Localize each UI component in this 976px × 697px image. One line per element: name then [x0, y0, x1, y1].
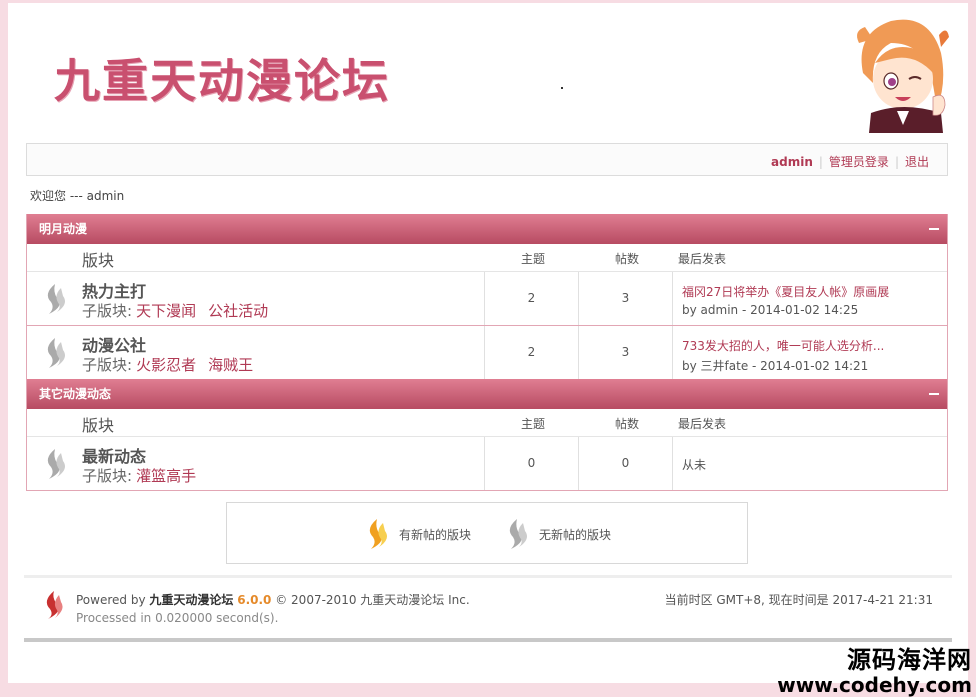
logout-link[interactable]: 退出	[905, 155, 929, 169]
icon-legend: 有新帖的版块 无新帖的版块	[226, 502, 748, 564]
last-post: 从未	[672, 437, 948, 490]
collapse-icon[interactable]	[929, 393, 939, 395]
post-count: 3	[578, 326, 672, 379]
forum-name[interactable]: 动漫公社	[82, 332, 146, 356]
forum-row: 最新动态 子版块: 灌篮高手 0 0 从未	[27, 437, 947, 491]
column-last-post: 最后发表	[678, 417, 727, 431]
last-post-author: by 三井fate - 2014-01-02 14:21	[682, 359, 869, 373]
subforum-label: 子版块:	[82, 302, 133, 320]
column-header: 版块 主题 帖数 最后发表	[27, 409, 947, 437]
last-post-title[interactable]: 733发大招的人，唯一可能人选分析...	[682, 337, 948, 354]
forum-row: 热力主打 子版块: 天下漫闻 公社活动 2 3 福冈27日将举办《夏目友人帐》原画展…	[27, 272, 947, 326]
forum-name[interactable]: 最新动态	[82, 443, 146, 467]
watermark-url: www.codehy.com	[777, 673, 972, 697]
topic-count: 2	[484, 326, 578, 379]
footer-info: Powered by 九重天动漫论坛 6.0.0 © 2007-2010 九重天…	[76, 591, 470, 627]
forum-name[interactable]: 热力主打	[82, 278, 146, 302]
category-title[interactable]: 其它动漫动态	[39, 387, 111, 401]
post-count: 3	[578, 272, 672, 325]
legend-no-new-label: 无新帖的版块	[539, 528, 612, 542]
subforums: 子版块: 火影忍者 海贼王	[82, 354, 261, 375]
legend-new-label: 有新帖的版块	[399, 528, 472, 542]
last-post-author: by admin - 2014-01-02 14:25	[682, 303, 859, 317]
footer-logo-icon[interactable]	[42, 589, 64, 621]
subforum-link[interactable]: 海贼王	[208, 356, 253, 374]
subforums: 子版块: 天下漫闻 公社活动	[82, 300, 276, 321]
processed-time: Processed in 0.020000 second(s).	[76, 611, 279, 625]
category-title[interactable]: 明月动漫	[39, 222, 87, 236]
username-link[interactable]: admin	[771, 155, 813, 169]
column-last-post: 最后发表	[678, 252, 727, 266]
admin-login-link[interactable]: 管理员登录	[829, 155, 889, 169]
subforums: 子版块: 灌篮高手	[82, 465, 204, 486]
welcome-text: 欢迎您 --- admin	[30, 189, 125, 203]
collapse-icon[interactable]	[929, 228, 939, 230]
column-board: 版块	[82, 251, 115, 270]
forum-no-new-icon	[47, 284, 65, 314]
forum-no-new-icon	[509, 519, 527, 549]
column-posts: 帖数	[615, 417, 640, 431]
column-board: 版块	[82, 416, 115, 435]
column-header: 版块 主题 帖数 最后发表	[27, 244, 947, 272]
forum-row: 动漫公社 子版块: 火影忍者 海贼王 2 3 733发大招的人，唯一可能人选分析..…	[27, 326, 947, 380]
forum-no-new-icon	[47, 338, 65, 368]
last-post: 733发大招的人，唯一可能人选分析... by 三井fate - 2014-01…	[672, 326, 948, 379]
last-post-title[interactable]: 福冈27日将举办《夏目友人帐》原画展	[682, 283, 948, 300]
category-header: 其它动漫动态	[27, 379, 947, 409]
forum-page: 九重天动漫论坛 admin | 管理员登录 | 退出 欢迎您 --- admin 明月动…	[8, 3, 968, 683]
category-block: 明月动漫 版块 主题 帖数 最后发表 热力主打 子版块: 天下漫闻 公社活动 2 3…	[26, 214, 948, 380]
separator: |	[818, 155, 823, 169]
last-post: 福冈27日将举办《夏目友人帐》原画展 by admin - 2014-01-02…	[672, 272, 948, 325]
watermark-title: 源码海洋网	[847, 646, 972, 674]
column-posts: 帖数	[615, 252, 640, 266]
site-logo[interactable]: 九重天动漫论坛	[54, 45, 390, 111]
subforum-link[interactable]: 灌篮高手	[136, 467, 196, 485]
subforum-label: 子版块:	[82, 467, 133, 485]
user-bar: admin | 管理员登录 | 退出	[26, 143, 948, 176]
timezone-text: 当前时区 GMT+8, 现在时间是 2017-4-21 21:31	[664, 593, 933, 607]
footer-divider	[24, 575, 952, 578]
column-topics: 主题	[521, 417, 546, 431]
copyright-text: © 2007-2010 九重天动漫论坛 Inc.	[275, 593, 470, 607]
category-block: 其它动漫动态 版块 主题 帖数 最后发表 最新动态 子版块: 灌篮高手 0 0 从…	[26, 379, 948, 491]
subforum-label: 子版块:	[82, 356, 133, 374]
category-header: 明月动漫	[27, 214, 947, 244]
subforum-link[interactable]: 天下漫闻	[136, 302, 196, 320]
column-topics: 主题	[521, 252, 546, 266]
topic-count: 2	[484, 272, 578, 325]
forum-no-new-icon	[47, 449, 65, 479]
forum-new-icon	[369, 519, 387, 549]
powered-by-text: Powered by	[76, 593, 146, 607]
topic-count: 0	[484, 437, 578, 490]
powered-by-link[interactable]: 九重天动漫论坛	[149, 593, 233, 607]
subforum-link[interactable]: 火影忍者	[136, 356, 196, 374]
subforum-link[interactable]: 公社活动	[208, 302, 268, 320]
watermark: 源码海洋网 www.codehy.com	[772, 640, 972, 697]
version-text: 6.0.0	[237, 593, 272, 607]
decorative-dot	[561, 87, 563, 89]
separator: |	[894, 155, 899, 169]
post-count: 0	[578, 437, 672, 490]
last-post-none: 从未	[682, 458, 707, 472]
mascot-image	[857, 19, 949, 133]
